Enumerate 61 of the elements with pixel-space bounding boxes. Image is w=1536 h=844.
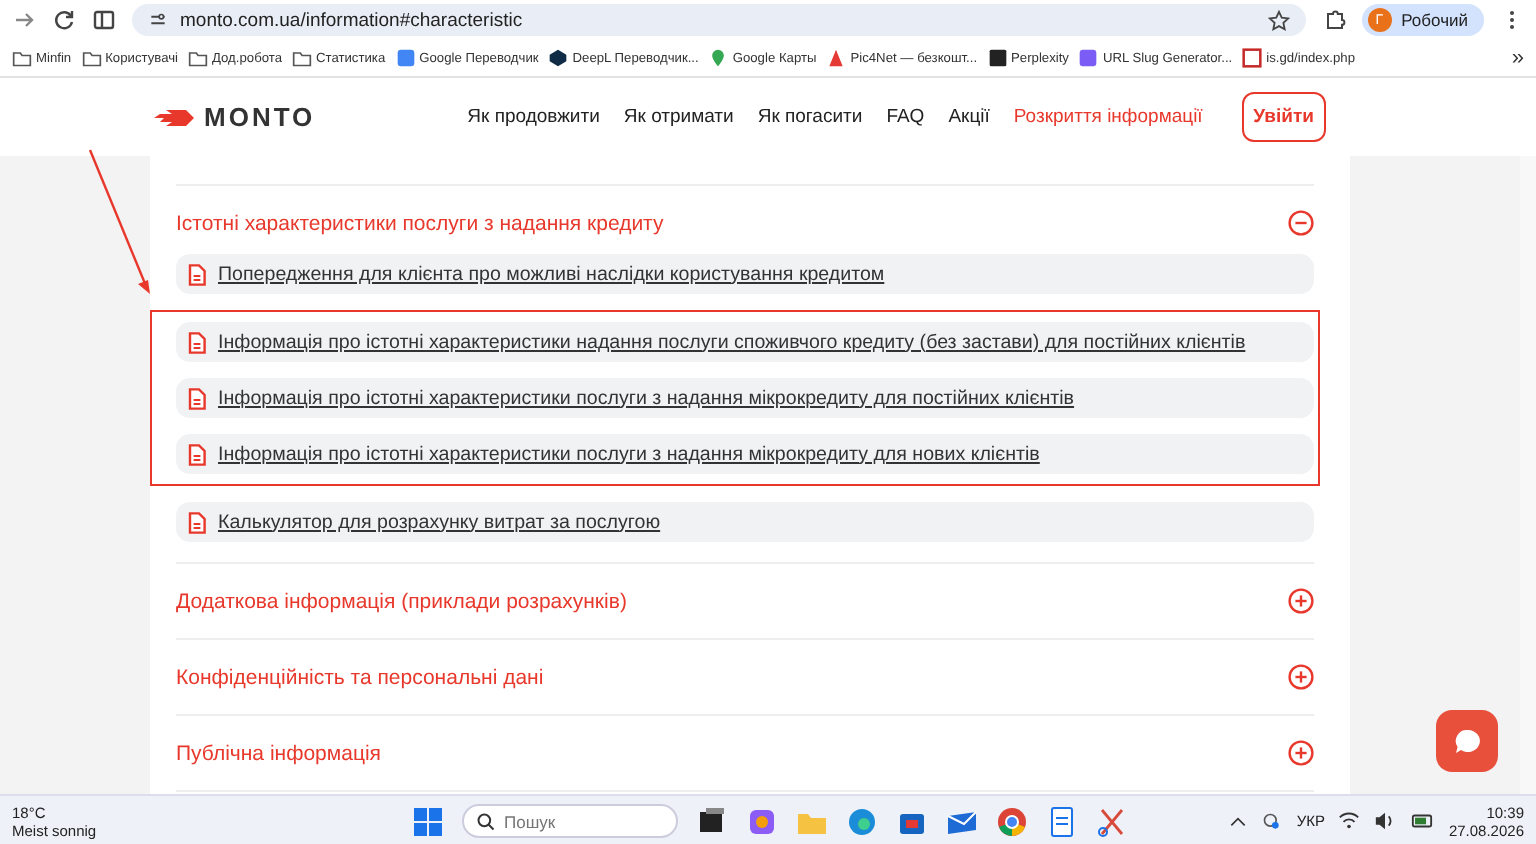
section-title[interactable]: Конфіденційність та персональні дані: [176, 665, 544, 689]
hexagon-icon: [548, 48, 569, 68]
forward-icon[interactable]: [12, 8, 36, 32]
document-icon: [188, 331, 206, 353]
nav-link[interactable]: Як продовжити: [467, 106, 600, 128]
translate-icon: [395, 48, 416, 68]
triangle-icon: [826, 48, 847, 68]
start-icon[interactable]: [412, 805, 444, 837]
section-title[interactable]: Додаткова інформація (приклади розрахунків): [176, 589, 627, 613]
login-button[interactable]: Увійти: [1241, 92, 1326, 142]
document-icon: [188, 387, 206, 409]
square-icon: [1078, 48, 1099, 68]
section-title[interactable]: Публічна інформація: [176, 741, 381, 765]
expand-icon[interactable]: [1288, 740, 1314, 766]
volume-icon[interactable]: [1374, 810, 1397, 832]
document-link[interactable]: Калькулятор для розрахунку витрат за послугою: [218, 511, 661, 533]
expand-icon[interactable]: [1288, 588, 1314, 614]
map-pin-icon: [708, 48, 729, 68]
document-link[interactable]: Попередження для клієнта про можливі наслідки користування кредитом: [218, 263, 885, 285]
site-info-icon[interactable]: [148, 10, 168, 30]
app-icon[interactable]: [746, 805, 778, 837]
section-title[interactable]: Істотні характеристики послуги з надання кредиту: [176, 211, 664, 235]
collapse-icon[interactable]: [1288, 210, 1314, 236]
star-icon[interactable]: [1267, 9, 1290, 31]
extensions-icon[interactable]: [1321, 8, 1346, 32]
document-icon: [188, 443, 206, 465]
more-bookmarks-button[interactable]: »: [1511, 46, 1524, 70]
expand-icon[interactable]: [1288, 664, 1314, 690]
sidebar-icon[interactable]: [92, 8, 116, 32]
nav-link[interactable]: Розкриття інформації: [1013, 106, 1203, 128]
reload-icon[interactable]: [52, 8, 76, 32]
folder-icon: [292, 48, 312, 68]
square-icon: [987, 48, 1008, 68]
chat-icon[interactable]: [1451, 725, 1483, 757]
mail-icon[interactable]: [946, 805, 978, 837]
snipping-icon[interactable]: [1096, 805, 1128, 837]
document-icon: [188, 263, 206, 285]
search-icon[interactable]: [476, 811, 496, 831]
battery-icon[interactable]: [1410, 810, 1435, 832]
folder-icon: [81, 48, 102, 68]
cloud-icon[interactable]: [1262, 811, 1283, 831]
document-link[interactable]: Інформація про істотні характеристики послуги з надання мікрокредиту для нових клієнтів: [218, 443, 1040, 465]
folder-icon: [188, 48, 208, 68]
square-icon: [1242, 48, 1263, 68]
browser-icon[interactable]: [846, 805, 878, 837]
nav-link[interactable]: Акції: [948, 106, 990, 128]
nav-link[interactable]: Як отримати: [623, 106, 734, 128]
search-field[interactable]: Пошук: [462, 804, 678, 838]
logo-text: MONTO: [204, 102, 316, 132]
address-bar[interactable]: monto.com.ua/information#characteristic: [132, 4, 1306, 36]
url-text: monto.com.ua/information#characteristic: [180, 9, 525, 31]
chrome-icon[interactable]: [996, 805, 1028, 837]
document-link[interactable]: Інформація про істотні характеристики послуги з надання мікрокредиту для постійних клієнтів: [218, 387, 1075, 409]
nav-link[interactable]: FAQ: [886, 106, 925, 128]
document-icon[interactable]: [1046, 805, 1078, 837]
chat-button[interactable]: [1436, 710, 1498, 772]
folder-icon: [12, 48, 32, 68]
nav-link[interactable]: Як погасити: [757, 106, 863, 128]
document-icon: [188, 511, 206, 533]
wifi-icon[interactable]: [1338, 810, 1361, 832]
document-link[interactable]: Інформація про істотні характеристики надання послуги споживчого кредиту (без застави) для постійних клієнтів: [218, 331, 1246, 353]
